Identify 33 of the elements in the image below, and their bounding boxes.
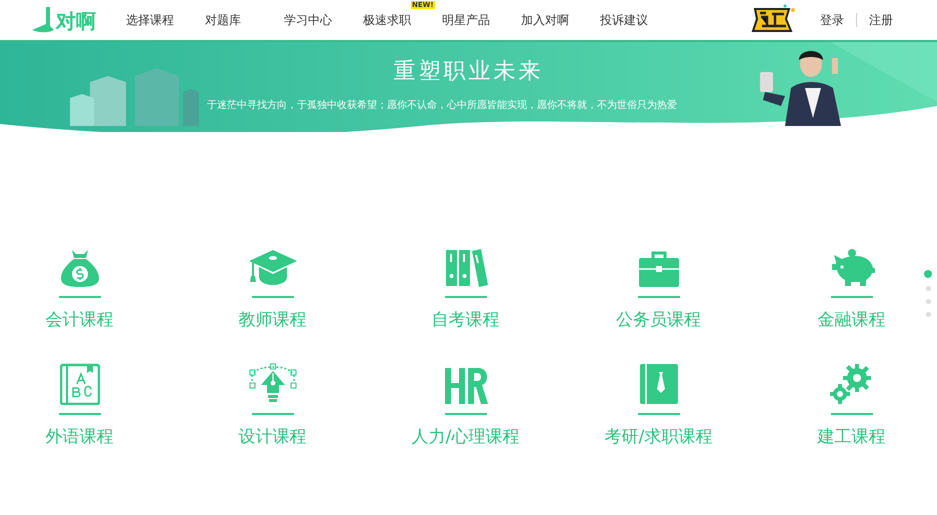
graduation-cap-icon — [248, 248, 298, 288]
nav-link[interactable]: 学习中心 — [284, 12, 363, 28]
nav-link[interactable]: 对题库 — [205, 12, 284, 28]
pager-dot[interactable] — [926, 286, 930, 291]
tie-card-icon — [638, 363, 678, 405]
nav-link[interactable]: 加入对啊 — [521, 12, 600, 28]
hr-letters-icon — [444, 367, 488, 405]
course-link[interactable]: 会计课程 — [46, 308, 114, 331]
logo-text[interactable]: 对啊 — [56, 9, 96, 33]
nav-link[interactable]: 明星产品 — [442, 12, 521, 28]
nav-link[interactable]: 投诉建议 — [600, 12, 679, 28]
pager-dot[interactable] — [926, 312, 930, 317]
register-link[interactable]: 注册 — [869, 12, 893, 28]
course-link[interactable]: 外语课程 — [46, 425, 114, 448]
pager-dot[interactable] — [924, 270, 932, 278]
banner-title: 重塑职业未来 — [394, 58, 544, 86]
binders-icon — [444, 248, 488, 288]
login-link[interactable]: 登录 — [820, 12, 844, 28]
course-link[interactable]: 公务员课程 — [616, 308, 701, 331]
course-link[interactable]: 人力/心理课程 — [412, 425, 520, 448]
course-link[interactable]: 考研/求职课程 — [604, 425, 712, 448]
course-link[interactable]: 教师课程 — [238, 308, 306, 331]
course-link[interactable]: 金融课程 — [818, 308, 886, 331]
pager-dot[interactable] — [926, 299, 930, 304]
course-link[interactable]: 自考课程 — [432, 308, 500, 331]
banner-slogan: 于迷茫中寻找方向，于孤独中收获希望；愿你不认命，心中所愿皆能实现，愿你不将就，不为世俗只为热爱 — [207, 98, 677, 112]
course-link[interactable]: 建工课程 — [818, 425, 886, 448]
abc-book-icon — [60, 363, 100, 405]
logo-mark-icon — [32, 7, 54, 33]
pen-tool-icon — [248, 361, 298, 405]
course-link[interactable]: 设计课程 — [238, 425, 306, 448]
nav-link[interactable]: 选择课程 — [126, 12, 205, 28]
briefcase-icon — [638, 250, 680, 288]
